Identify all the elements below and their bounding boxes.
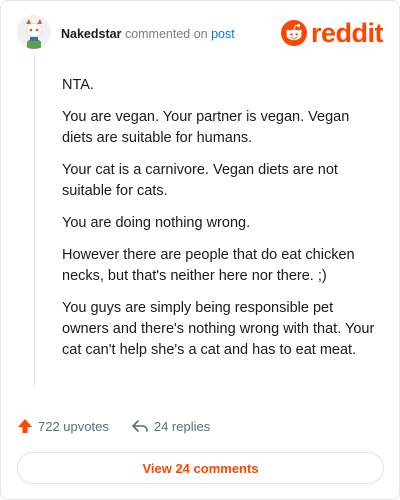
reply-arrow-icon (132, 420, 148, 432)
reply-count: 24 replies (153, 418, 211, 434)
comment-paragraph: NTA. (62, 77, 94, 93)
post-link[interactable]: post (211, 27, 235, 41)
view-comments-button[interactable]: View 24 comments (17, 452, 384, 484)
comment-actions: 722 upvotes 24 replies (17, 418, 210, 434)
avatar[interactable] (17, 15, 51, 49)
comment-paragraph: You are doing nothing wrong. (62, 215, 251, 231)
comment-paragraph: However there are people that do eat chi… (62, 247, 355, 284)
comment-header: Nakedstar commented on post (61, 26, 235, 42)
upvote-arrow-icon (18, 419, 32, 433)
thread-line[interactable] (34, 55, 35, 387)
commented-on-label: commented on (124, 27, 208, 41)
reddit-wordmark: reddit (310, 18, 384, 48)
snoo-avatar-icon (17, 15, 51, 49)
comment-body: NTA. You are vegan. Your partner is vega… (62, 75, 382, 372)
comment-paragraph: You guys are simply being responsible pe… (62, 300, 375, 358)
comment-card: Nakedstar commented on post reddit NTA. … (0, 0, 400, 500)
upvote-count: 722 upvotes (38, 418, 109, 434)
reddit-snoo-icon (280, 20, 307, 46)
reddit-logo[interactable]: reddit (280, 18, 384, 48)
comment-paragraph: Your cat is a carnivore. Vegan diets are… (62, 162, 338, 199)
comment-paragraph: You are vegan. Your partner is vegan. Ve… (62, 109, 350, 146)
username[interactable]: Nakedstar (61, 27, 121, 41)
replies-button[interactable]: 24 replies (131, 419, 210, 434)
upvote-button[interactable]: 722 upvotes (17, 418, 109, 434)
